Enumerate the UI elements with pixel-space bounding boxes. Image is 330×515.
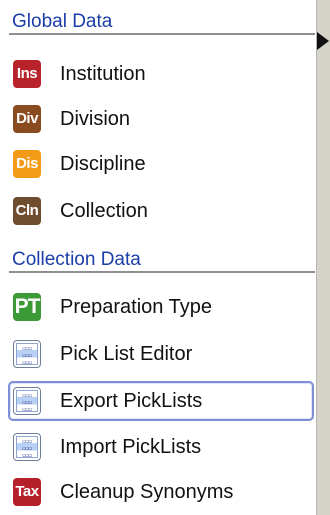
taxon-icon: Tax <box>13 478 41 506</box>
section-title: Collection Data <box>12 249 141 270</box>
discipline-icon: Dis <box>13 150 41 178</box>
nav-label: Export PickLists <box>60 390 203 412</box>
nav-label: Pick List Editor <box>60 343 193 365</box>
nav-label: Cleanup Synonyms <box>60 481 234 503</box>
nav-item-pick-list-editor[interactable]: ▭▭▭ ▭▭▭ ▭▭▭ Pick List Editor <box>8 334 314 374</box>
nav-item-import-picklists[interactable]: ▭▭▭ ▭▭▭ ▭▭▭ Import PickLists <box>8 427 314 467</box>
navigation-panel: Global Data Ins Institution Div Division… <box>0 0 316 515</box>
section-header-collection-data: Collection Data <box>9 249 315 273</box>
nav-label: Discipline <box>60 153 146 175</box>
nav-item-cleanup-synonyms[interactable]: Tax Cleanup Synonyms <box>8 472 314 512</box>
nav-item-institution[interactable]: Ins Institution <box>8 54 314 94</box>
nav-label: Collection <box>60 200 148 222</box>
panel-divider[interactable] <box>316 0 330 515</box>
section-header-global-data: Global Data <box>9 11 315 35</box>
pick-list-icon: ▭▭▭ ▭▭▭ ▭▭▭ <box>13 340 41 368</box>
nav-item-preparation-type[interactable]: PT Preparation Type <box>8 287 314 327</box>
preparation-type-icon: PT <box>13 293 41 321</box>
nav-label: Import PickLists <box>60 436 202 458</box>
collapse-arrow-icon[interactable] <box>317 32 329 50</box>
nav-item-division[interactable]: Div Division <box>8 99 314 139</box>
nav-item-export-picklists[interactable]: ▭▭▭ ▭▭▭ ▭▭▭ Export PickLists <box>8 381 314 421</box>
nav-item-collection[interactable]: Cln Collection <box>8 191 314 231</box>
nav-label: Division <box>60 108 131 130</box>
nav-label: Institution <box>60 63 146 85</box>
export-picklists-icon: ▭▭▭ ▭▭▭ ▭▭▭ <box>13 387 41 415</box>
import-picklists-icon: ▭▭▭ ▭▭▭ ▭▭▭ <box>13 433 41 461</box>
institution-icon: Ins <box>13 60 41 88</box>
nav-item-discipline[interactable]: Dis Discipline <box>8 144 314 184</box>
collection-icon: Cln <box>13 197 41 225</box>
division-icon: Div <box>13 105 41 133</box>
nav-label: Preparation Type <box>60 296 212 318</box>
section-title: Global Data <box>12 11 113 32</box>
